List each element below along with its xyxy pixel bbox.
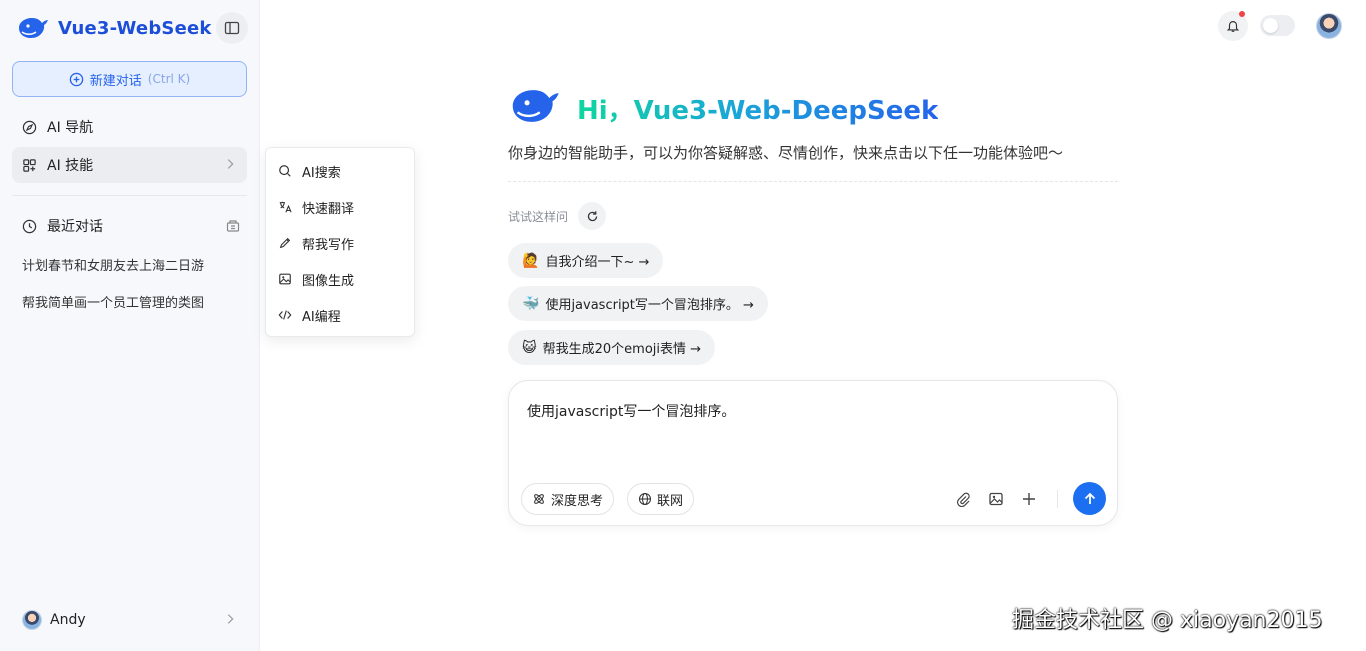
image-icon: [279, 273, 291, 285]
skill-item-translate[interactable]: 快速翻译: [266, 189, 414, 225]
skill-label: AI编程: [302, 309, 341, 325]
new-chat-shortcut: (Ctrl K): [147, 72, 191, 86]
skill-item-ai-search[interactable]: AI搜索: [266, 153, 414, 189]
code-icon: [278, 310, 292, 320]
plus-icon: [1023, 493, 1035, 505]
suggestion-chip[interactable]: 🙋 自我介绍一下~ →: [508, 243, 664, 278]
skill-item-writing[interactable]: 帮我写作: [266, 225, 414, 261]
atom-icon: [534, 494, 544, 504]
hero-subtitle: 你身边的智能助手，可以为你答疑解惑、尽情创作，快来点击以下任一功能体验吧～: [508, 144, 1064, 162]
notification-button[interactable]: [1218, 11, 1248, 41]
pen-icon: [279, 237, 291, 249]
suggestion-text: 使用javascript写一个冒泡排序。 →: [545, 298, 754, 313]
theme-toggle[interactable]: [1260, 15, 1295, 36]
person-raising-hand-icon: 🙋: [522, 252, 540, 269]
user-profile[interactable]: Andy: [12, 604, 247, 636]
suggestion-chip[interactable]: 😺 帮我生成20个emoji表情 →: [508, 330, 716, 365]
clear-history-icon[interactable]: [225, 217, 241, 233]
avatar[interactable]: [1316, 13, 1342, 39]
nav-item-label: AI 导航: [47, 120, 94, 136]
nav-item-label: AI 技能: [47, 158, 94, 174]
recent-title: 最近对话: [47, 219, 103, 235]
nav-item-ai-skills[interactable]: AI 技能: [12, 147, 247, 183]
suggestion-text: 自我介绍一下~ →: [545, 255, 650, 270]
skill-item-coding[interactable]: AI编程: [266, 297, 414, 333]
recent-conversations-header: 最近对话: [12, 208, 247, 244]
new-chat-label: 新建对话: [89, 73, 142, 89]
watermark: 掘金技术社区 @ xiaoyan2015: [1012, 608, 1323, 633]
web-label: 联网: [657, 493, 684, 509]
collapse-sidebar-button[interactable]: [216, 12, 248, 44]
image-icon: [989, 492, 1003, 506]
skill-label: 快速翻译: [302, 201, 355, 217]
web-search-toggle[interactable]: 联网: [627, 483, 695, 515]
sidebar-divider: [12, 195, 247, 196]
globe-icon: [638, 492, 652, 506]
cat-face-icon: 😺: [522, 339, 537, 356]
toggle-knob: [1263, 18, 1278, 33]
notification-dot: [1239, 11, 1245, 17]
suggestion-chip[interactable]: 🐳 使用javascript写一个冒泡排序。 →: [508, 286, 768, 321]
user-name: Andy: [50, 612, 86, 628]
compass-icon: [22, 120, 37, 134]
sidebar-toggle-icon: [224, 21, 240, 35]
skill-label: 帮我写作: [302, 237, 355, 253]
grid-icon: [23, 158, 36, 172]
toolbar-divider: [1057, 490, 1058, 508]
upload-image-button[interactable]: [986, 489, 1006, 509]
brand-title: Vue3-WebSeek: [58, 17, 212, 39]
send-button[interactable]: [1073, 482, 1106, 515]
conversation-item[interactable]: 帮我简单画一个员工管理的类图: [22, 292, 222, 311]
skills-menu: AI搜索 快速翻译 帮我写作 图像生成 AI编程: [265, 147, 415, 337]
paperclip-icon: [956, 492, 970, 507]
suggestion-text: 帮我生成20个emoji表情 →: [542, 342, 702, 357]
suggestions-label: 试试这样问: [508, 210, 569, 224]
search-icon: [279, 165, 291, 177]
brand[interactable]: Vue3-WebSeek: [16, 12, 212, 44]
bell-icon: [1226, 21, 1240, 32]
skill-item-image-gen[interactable]: 图像生成: [266, 261, 414, 297]
deep-think-label: 深度思考: [551, 493, 604, 509]
refresh-suggestions-button[interactable]: [578, 202, 606, 230]
deep-think-toggle[interactable]: 深度思考: [521, 483, 615, 515]
conversation-item[interactable]: 计划春节和女朋友去上海二日游: [22, 255, 222, 274]
section-divider: [508, 181, 1118, 182]
more-options-button[interactable]: [1019, 489, 1039, 509]
whale-logo-icon: [19, 18, 48, 38]
sidebar: Vue3-WebSeek 新建对话 (Ctrl K) AI 导航 AI 技能 最…: [0, 0, 260, 651]
message-composer: 使用javascript写一个冒泡排序。 深度思考 联网: [508, 380, 1118, 526]
new-chat-button[interactable]: 新建对话 (Ctrl K): [12, 61, 247, 97]
refresh-icon: [587, 210, 597, 221]
skill-label: AI搜索: [302, 165, 341, 181]
nav-item-ai-navigation[interactable]: AI 导航: [12, 109, 247, 145]
chevron-right-icon: [227, 614, 234, 624]
whale-icon: 🐳: [522, 295, 540, 312]
chevron-right-icon: [227, 159, 234, 169]
message-input[interactable]: 使用javascript写一个冒泡排序。: [527, 401, 735, 421]
arrow-up-icon: [1084, 492, 1095, 504]
attach-button[interactable]: [953, 489, 973, 509]
avatar: [22, 610, 42, 630]
skill-label: 图像生成: [302, 273, 355, 289]
hero-title: Hi，Vue3-Web-DeepSeek: [577, 90, 938, 127]
translate-icon: [279, 201, 292, 213]
clock-icon: [22, 219, 37, 233]
whale-logo-icon: [508, 83, 562, 133]
plus-circle-icon: [69, 72, 84, 86]
